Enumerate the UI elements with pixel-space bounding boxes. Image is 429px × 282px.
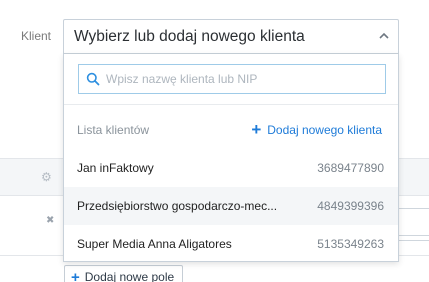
client-list-title: Lista klientów (77, 123, 150, 137)
add-client-button[interactable]: + Dodaj nowego klienta (251, 121, 382, 138)
client-name: Przedsiębiorstwo gospodarczo-mec... (77, 199, 278, 213)
search-icon (86, 72, 100, 86)
plus-icon: + (71, 268, 80, 282)
client-select[interactable]: Wybierz lub dodaj nowego klienta (63, 19, 399, 54)
row-input-field[interactable] (398, 208, 429, 236)
client-label: Klient (21, 29, 52, 43)
client-nip: 3689477890 (317, 161, 384, 175)
chevron-up-icon[interactable] (378, 31, 390, 41)
add-field-button[interactable]: + Dodaj nowe pole (64, 265, 184, 282)
row-input-field[interactable] (398, 240, 429, 254)
client-nip: 4849399396 (317, 199, 384, 213)
client-nip: 5135349263 (317, 237, 384, 251)
search-input[interactable] (106, 65, 381, 93)
plus-icon: + (251, 120, 262, 139)
add-client-label: Dodaj nowego klienta (267, 122, 382, 137)
close-icon[interactable]: ✖ (46, 215, 54, 226)
client-name: Jan inFaktowy (77, 161, 154, 175)
client-list-header: Lista klientów + Dodaj nowego klienta (64, 104, 398, 149)
list-item[interactable]: Jan inFaktowy 3689477890 (64, 149, 398, 187)
client-dropdown: Lista klientów + Dodaj nowego klienta Ja… (63, 54, 399, 262)
add-field-label: Dodaj nowe pole (84, 270, 175, 282)
client-select-value: Wybierz lub dodaj nowego klienta (74, 27, 305, 45)
list-item[interactable]: Przedsiębiorstwo gospodarczo-mec... 4849… (64, 187, 398, 225)
list-item[interactable]: Super Media Anna Aligatores 5135349263 (64, 225, 398, 263)
client-name: Super Media Anna Aligatores (77, 237, 232, 251)
search-field[interactable] (78, 64, 386, 94)
gear-icon[interactable]: ⚙ (41, 171, 53, 183)
